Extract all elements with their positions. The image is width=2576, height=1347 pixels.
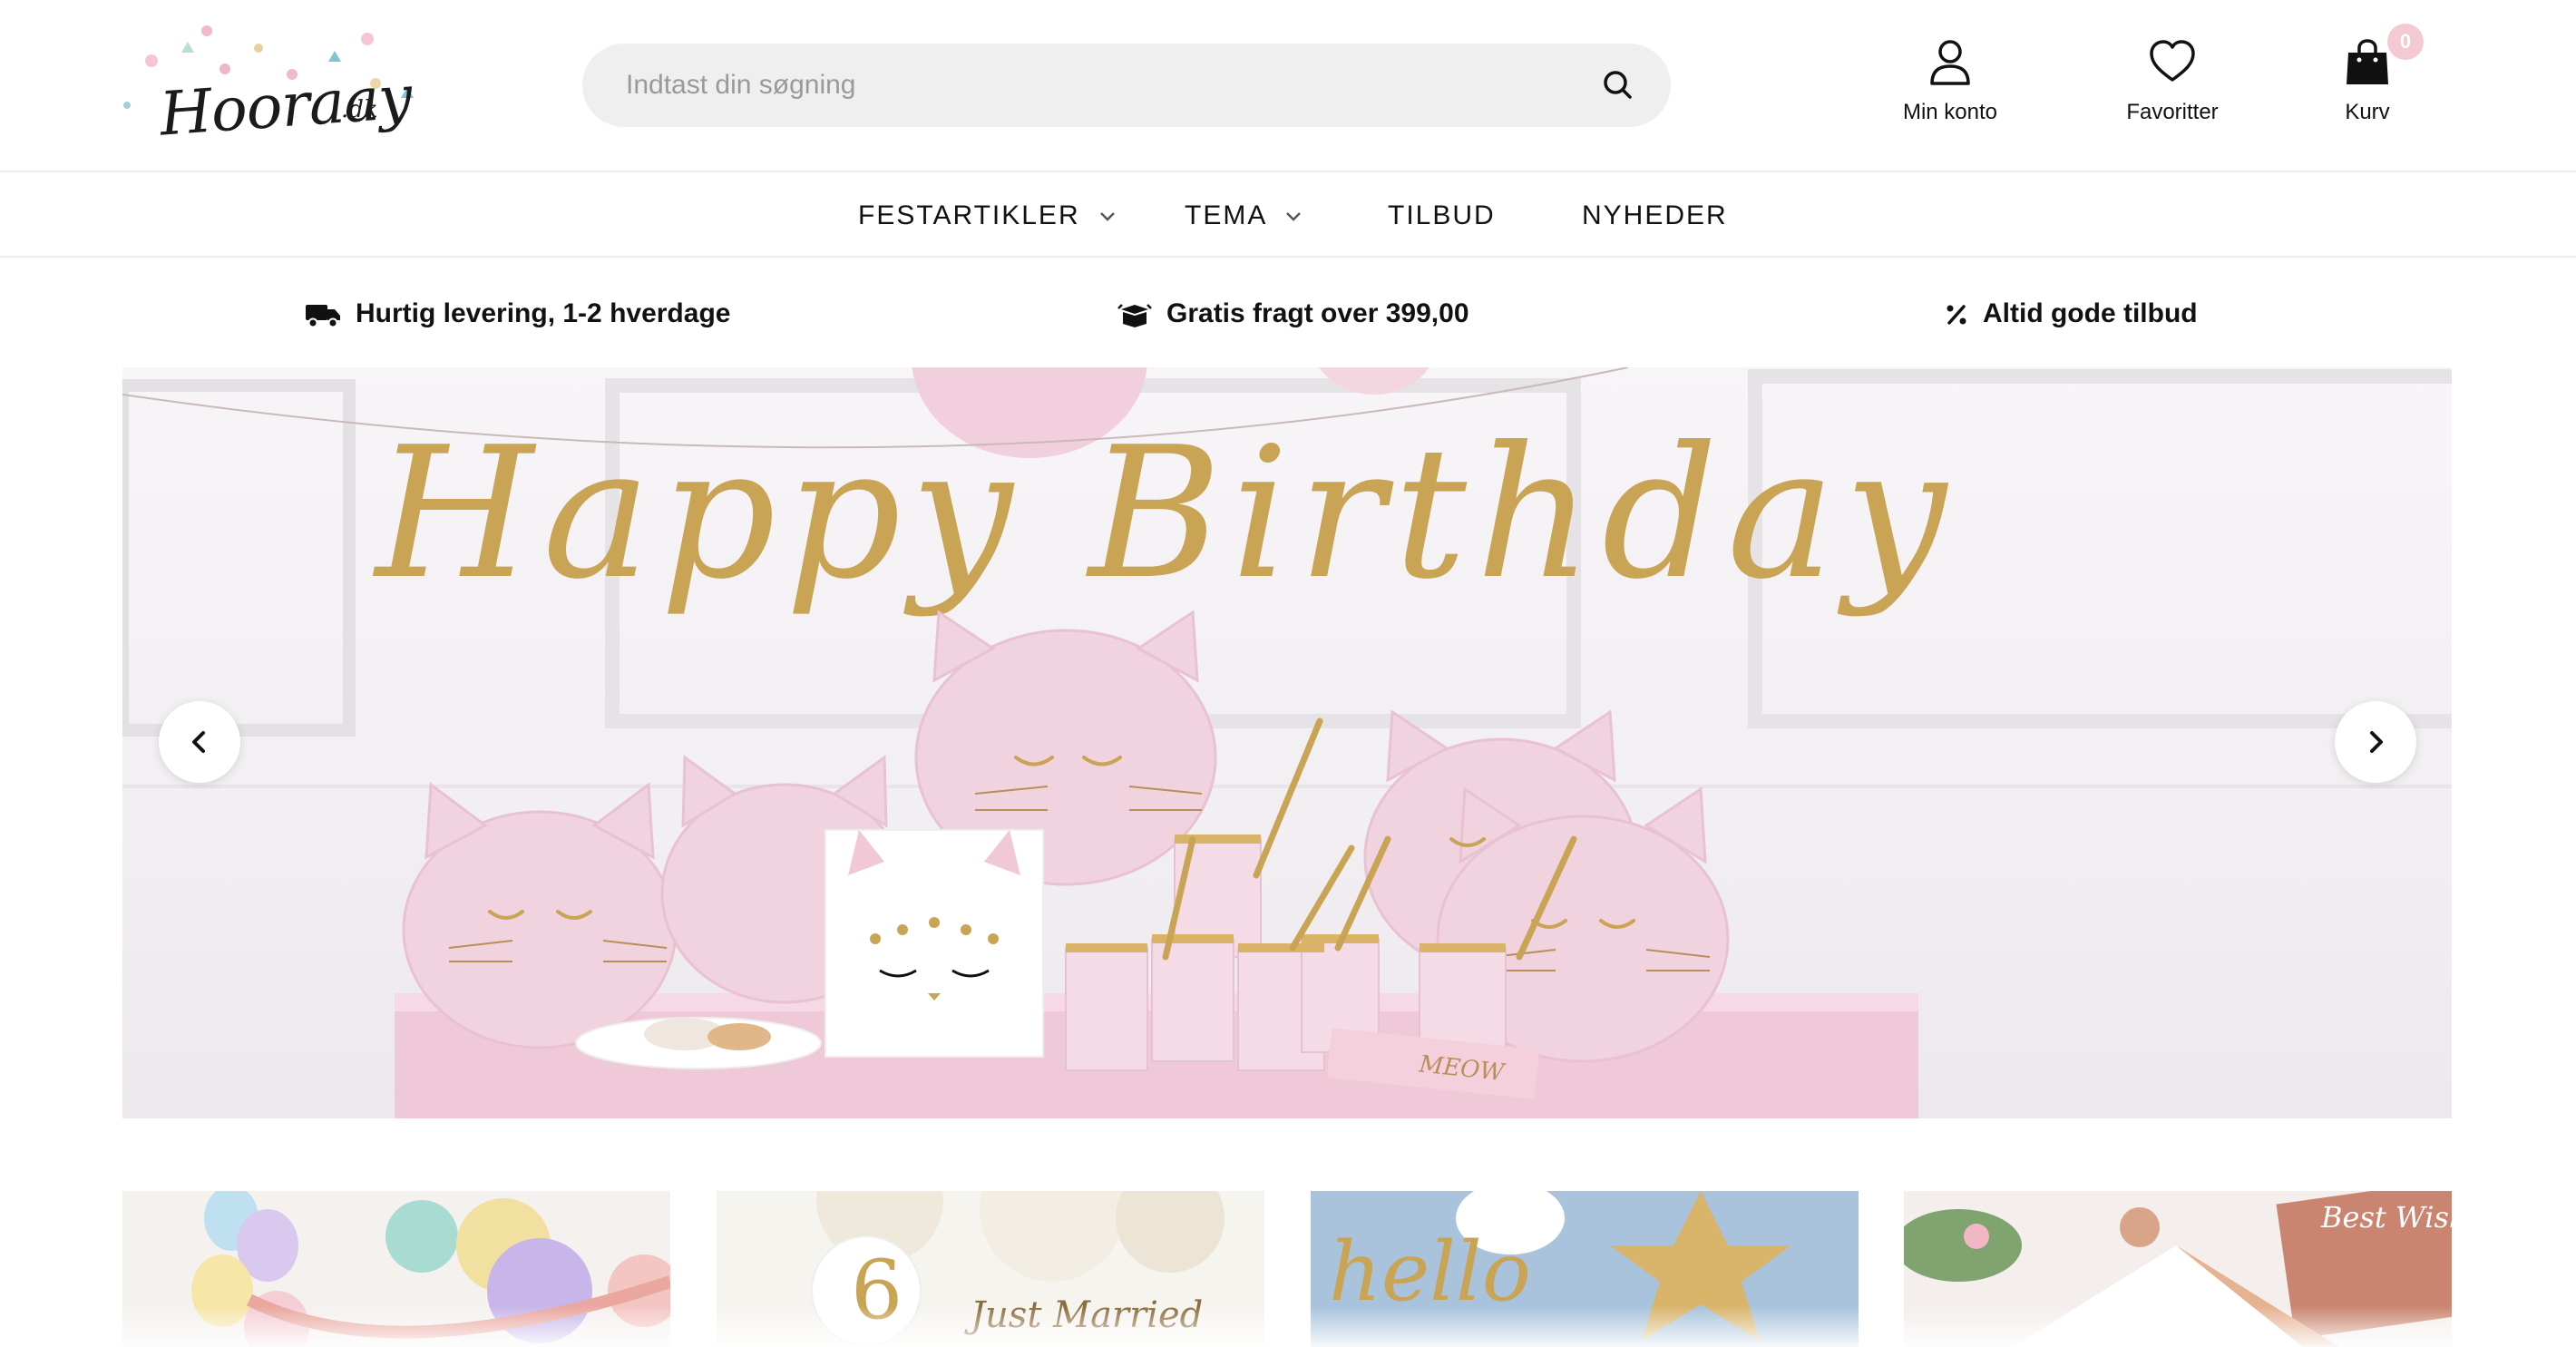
main-nav: FESTARTIKLER TEMA TILBUD NYHEDER: [0, 174, 2576, 258]
chevron-down-icon: [1100, 212, 1115, 221]
chevron-left-icon: [192, 731, 205, 753]
confetti-triangle: [328, 51, 341, 62]
site-logo[interactable]: Hooraay .dk: [118, 18, 426, 154]
carousel-prev-button[interactable]: [159, 701, 240, 783]
nav-item-nyheder[interactable]: NYHEDER: [1582, 174, 1728, 258]
search-icon[interactable]: [1600, 67, 1636, 103]
site-header: Hooraay .dk Min konto Favoritter: [0, 0, 2576, 172]
usp-delivery: Hurtig levering, 1-2 hverdage: [305, 288, 730, 339]
cart-label: Kurv: [2345, 100, 2390, 124]
confetti-dot: [361, 33, 374, 45]
confetti-dot: [254, 44, 263, 53]
nav-item-tema[interactable]: TEMA: [1185, 174, 1303, 258]
cart-count-badge: 0: [2387, 24, 2424, 60]
hero-carousel[interactable]: Happy Birthday MEOW: [122, 367, 2452, 1118]
page-bottom-fade: [0, 1306, 2576, 1347]
nav-label: NYHEDER: [1582, 200, 1728, 230]
carousel-next-button[interactable]: [2335, 701, 2416, 783]
search-bar: [582, 44, 1671, 127]
confetti-dot: [145, 54, 158, 67]
box-icon: [1117, 304, 1152, 328]
account-label: Min konto: [1902, 100, 1998, 124]
usp-offers: Altid gode tilbud: [1945, 288, 2198, 339]
favorites-button[interactable]: Favoritter: [2113, 36, 2231, 136]
usp-text: Altid gode tilbud: [1983, 298, 2198, 328]
hero-banner-text: Happy Birthday: [372, 408, 1956, 620]
percent-icon: [1947, 305, 1966, 325]
shopping-bag-icon: [2342, 36, 2393, 87]
heart-icon: [2147, 36, 2198, 87]
nav-label: FESTARTIKLER: [858, 200, 1080, 230]
confetti-dot: [123, 102, 131, 109]
nav-item-festartikler[interactable]: FESTARTIKLER: [858, 174, 1117, 258]
truck-icon: [306, 305, 340, 328]
usp-text: Gratis fragt over 399,00: [1166, 298, 1469, 328]
tile-script: Best Wishes: [2320, 1200, 2452, 1235]
usp-text: Hurtig levering, 1-2 hverdage: [356, 298, 731, 328]
nav-label: TILBUD: [1388, 200, 1496, 230]
search-input[interactable]: [626, 44, 1569, 127]
user-icon: [1925, 36, 1976, 87]
logo-suffix: .dk: [341, 96, 378, 123]
favorites-label: Favoritter: [2126, 100, 2219, 124]
confetti-dot: [201, 25, 212, 36]
usp-free-shipping: Gratis fragt over 399,00: [1117, 288, 1469, 339]
chevron-down-icon: [1286, 212, 1301, 221]
nav-item-tilbud[interactable]: TILBUD: [1388, 174, 1496, 258]
hero-image: Happy Birthday MEOW: [122, 367, 2452, 1118]
chevron-right-icon: [2370, 731, 2383, 753]
confetti-triangle: [181, 42, 194, 53]
confetti-dot: [220, 63, 230, 74]
account-button[interactable]: Min konto: [1896, 36, 2005, 136]
nav-label: TEMA: [1185, 200, 1266, 230]
